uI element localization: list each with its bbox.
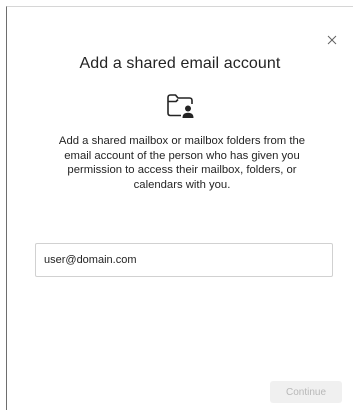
close-icon bbox=[327, 35, 337, 45]
email-input[interactable] bbox=[35, 243, 333, 277]
continue-button[interactable]: Continue bbox=[270, 381, 342, 403]
dialog-description: Add a shared mailbox or mailbox folders … bbox=[58, 135, 306, 191]
shared-account-dialog: Add a shared email account Add a shared … bbox=[6, 6, 353, 410]
shared-folder-person-icon bbox=[167, 94, 194, 118]
close-button[interactable] bbox=[325, 33, 339, 47]
dialog-title: Add a shared email account bbox=[79, 55, 281, 72]
